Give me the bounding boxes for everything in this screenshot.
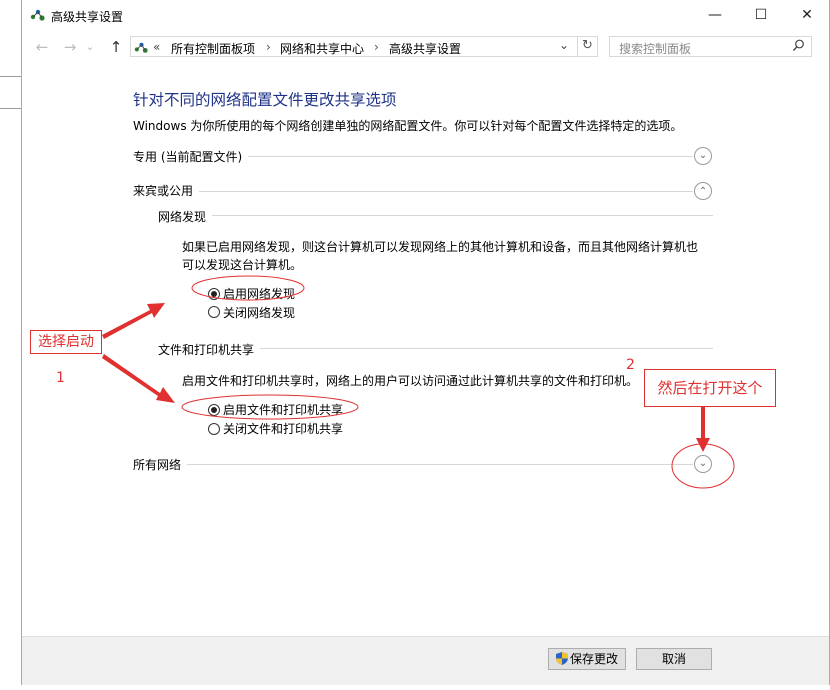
breadcrumb-all-control-panel-items[interactable]: 所有控制面板项 [171,40,255,57]
window-title: 高级共享设置 [51,10,124,24]
radio-disable-file-printer-sharing[interactable] [208,423,220,435]
profile-guest-public-label[interactable]: 来宾或公用 [133,182,200,199]
save-changes-button[interactable]: 保存更改 [548,648,626,670]
divider [158,215,713,216]
save-changes-label: 保存更改 [569,652,618,666]
annotation-step1-label: 选择启动 [30,330,102,354]
file-printer-sharing-description: 启用文件和打印机共享时，网络上的用户可以访问通过此计算机共享的文件和打印机。 [182,374,639,388]
annotation-step1-number: 1 [56,370,65,386]
maximize-button[interactable]: ☐ [738,0,784,31]
breadcrumb-network-sharing-center[interactable]: 网络和共享中心 [280,40,364,57]
navigation-bar: ← → ⌄ ↑ « 所有控制面板项 › 网络和共享中心 › 高级共享设置 ⌄ ↻ [22,31,829,63]
radio-disable-network-discovery[interactable] [208,306,220,318]
title-bar: 高级共享设置 — ☐ ✕ [22,0,829,31]
cancel-button[interactable]: 取消 [636,648,712,670]
expand-private-chevron-down-icon[interactable]: ⌄ [694,147,712,165]
page-description: Windows 为你所使用的每个网络创建单独的网络配置文件。你可以针对每个配置文… [133,119,683,133]
footer-bar: 保存更改 取消 [22,636,829,685]
back-button[interactable]: ← [32,38,52,56]
address-dropdown-icon[interactable]: ⌄ [559,38,569,52]
recent-locations-button[interactable]: ⌄ [84,38,96,56]
advanced-sharing-window: 高级共享设置 — ☐ ✕ ← → ⌄ ↑ « 所有控制面板项 › 网络和共享中心 [21,0,830,685]
radio-enable-file-printer-sharing[interactable] [208,404,220,416]
radio-enable-network-discovery[interactable] [208,288,220,300]
expand-all-networks-chevron-down-icon[interactable]: ⌄ [694,455,712,473]
uac-shield-icon [555,651,568,665]
file-printer-sharing-title: 文件和打印机共享 [158,341,261,358]
profile-private-label[interactable]: 专用 (当前配置文件) [133,148,249,165]
radio-label[interactable]: 关闭文件和打印机共享 [223,420,343,437]
search-input[interactable]: 搜索控制面板 [609,36,812,57]
breadcrumb-separator-icon[interactable]: › [374,40,379,54]
breadcrumb-advanced-sharing[interactable]: 高级共享设置 [389,40,461,57]
control-panel-icon [134,40,149,53]
search-icon [792,39,805,56]
breadcrumb-separator-icon[interactable]: › [266,40,271,54]
search-placeholder: 搜索控制面板 [619,42,692,56]
breadcrumb-overflow-icon[interactable]: « [153,40,160,54]
radio-label[interactable]: 启用网络发现 [223,285,295,302]
radio-label[interactable]: 关闭网络发现 [223,304,295,321]
network-app-icon [30,8,46,22]
collapse-guest-public-chevron-up-icon[interactable]: ⌃ [694,182,712,200]
background-line [0,108,22,109]
radio-label[interactable]: 启用文件和打印机共享 [223,401,343,418]
annotation-step2-number: 2 [626,357,635,373]
network-discovery-title: 网络发现 [158,208,213,225]
up-button[interactable]: ↑ [106,38,126,56]
profile-all-networks-label[interactable]: 所有网络 [133,456,188,473]
divider [133,191,693,192]
forward-button[interactable]: → [60,38,80,56]
divider [133,464,693,465]
annotation-step2-label: 然后在打开这个 [644,369,776,407]
address-bar[interactable]: « 所有控制面板项 › 网络和共享中心 › 高级共享设置 ⌄ [130,36,598,57]
page-heading: 针对不同的网络配置文件更改共享选项 [133,91,397,109]
background-line [0,76,22,77]
close-button[interactable]: ✕ [784,0,830,31]
minimize-button[interactable]: — [692,0,738,31]
refresh-button[interactable]: ↻ [577,36,598,57]
network-discovery-description: 如果已启用网络发现，则这台计算机可以发现网络上的其他计算机和设备，而且其他网络计… [182,240,699,272]
